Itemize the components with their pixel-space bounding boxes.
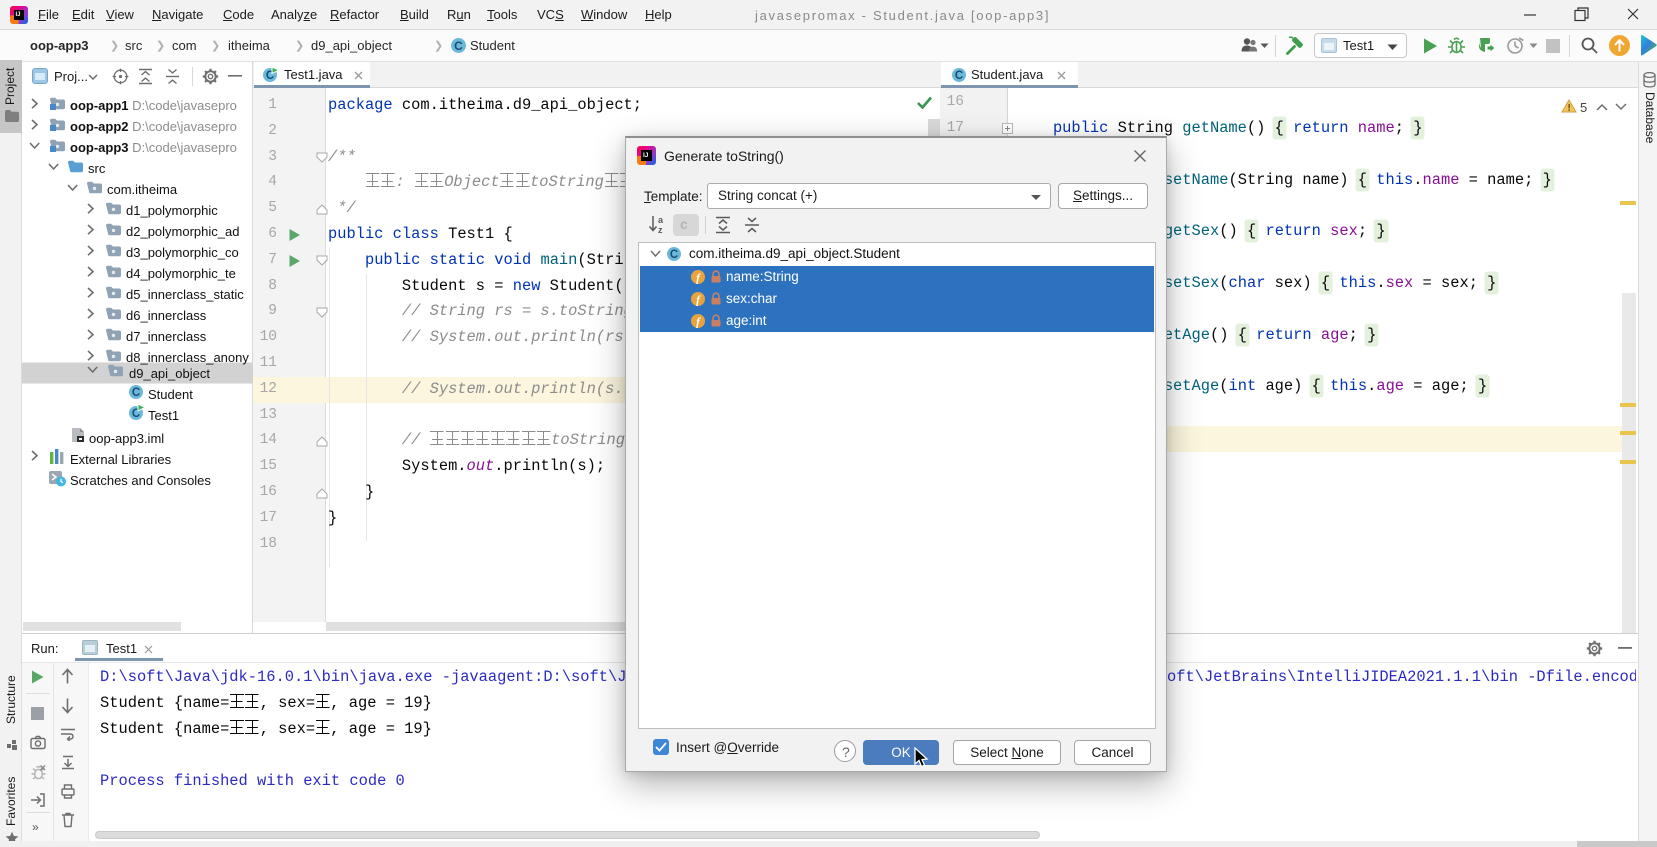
svg-text:z: z <box>658 225 663 234</box>
svg-text:a: a <box>658 215 664 225</box>
svg-text:C: C <box>670 249 678 261</box>
svg-text:C: C <box>955 70 963 82</box>
svg-text:C: C <box>454 39 463 53</box>
